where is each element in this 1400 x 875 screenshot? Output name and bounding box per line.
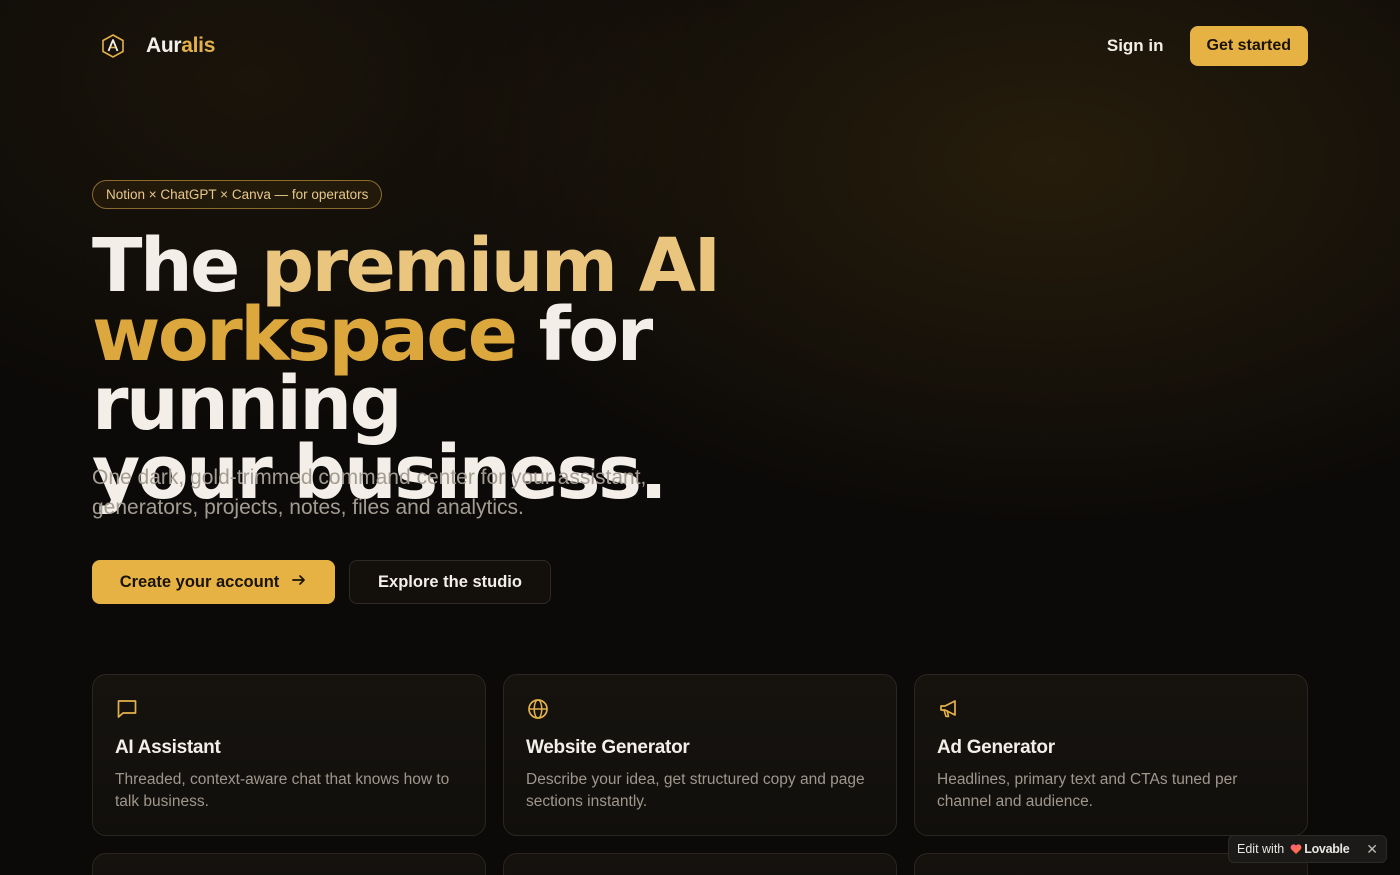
lovable-badge[interactable]: Edit with Lovable ✕ bbox=[1228, 835, 1387, 863]
hero-subtitle: One dark, gold-trimmed command center fo… bbox=[92, 466, 647, 519]
feature-card-ad-generator[interactable]: Ad Generator Headlines, primary text and… bbox=[914, 674, 1308, 836]
brand-name: Auralis bbox=[146, 34, 215, 58]
megaphone-icon bbox=[937, 697, 961, 721]
auralis-logo-icon bbox=[96, 29, 130, 63]
lovable-brand: Lovable bbox=[1304, 842, 1350, 856]
feature-card-partial bbox=[92, 853, 486, 875]
feature-title: Website Generator bbox=[526, 737, 690, 758]
feature-title: Ad Generator bbox=[937, 737, 1055, 758]
globe-icon bbox=[526, 697, 550, 721]
sign-in-link[interactable]: Sign in bbox=[1107, 36, 1164, 56]
feature-description: Describe your idea, get structured copy … bbox=[526, 771, 865, 810]
close-icon[interactable]: ✕ bbox=[1366, 841, 1378, 858]
message-square-icon bbox=[115, 697, 139, 721]
brand-name-suffix: alis bbox=[181, 34, 216, 57]
lovable-heart-icon bbox=[1290, 843, 1302, 855]
explore-studio-button[interactable]: Explore the studio bbox=[349, 560, 551, 604]
feature-description: Headlines, primary text and CTAs tuned p… bbox=[937, 771, 1238, 810]
hero-badge: Notion × ChatGPT × Canva — for operators bbox=[92, 180, 383, 209]
feature-card-website-generator[interactable]: Website Generator Describe your idea, ge… bbox=[503, 674, 897, 836]
brand-name-prefix: Aur bbox=[146, 34, 182, 57]
create-account-label: Create your account bbox=[119, 572, 280, 591]
lovable-edit-label: Edit with bbox=[1237, 842, 1285, 856]
top-nav: Auralis Sign in Get started bbox=[92, 26, 1308, 66]
get-started-button[interactable]: Get started bbox=[1189, 26, 1308, 66]
feature-grid: AI Assistant Threaded, context-aware cha… bbox=[92, 674, 1308, 875]
feature-card-ai-assistant[interactable]: AI Assistant Threaded, context-aware cha… bbox=[92, 674, 486, 836]
create-account-button[interactable]: Create your account bbox=[92, 560, 335, 604]
feature-card-partial bbox=[503, 853, 897, 875]
brand[interactable]: Auralis bbox=[92, 29, 215, 63]
arrow-right-icon bbox=[291, 572, 307, 593]
nav-actions: Sign in Get started bbox=[1107, 26, 1308, 66]
feature-description: Threaded, context-aware chat that knows … bbox=[115, 771, 450, 810]
cta-row: Create your account Explore the studio bbox=[92, 560, 551, 604]
feature-title: AI Assistant bbox=[115, 737, 221, 758]
